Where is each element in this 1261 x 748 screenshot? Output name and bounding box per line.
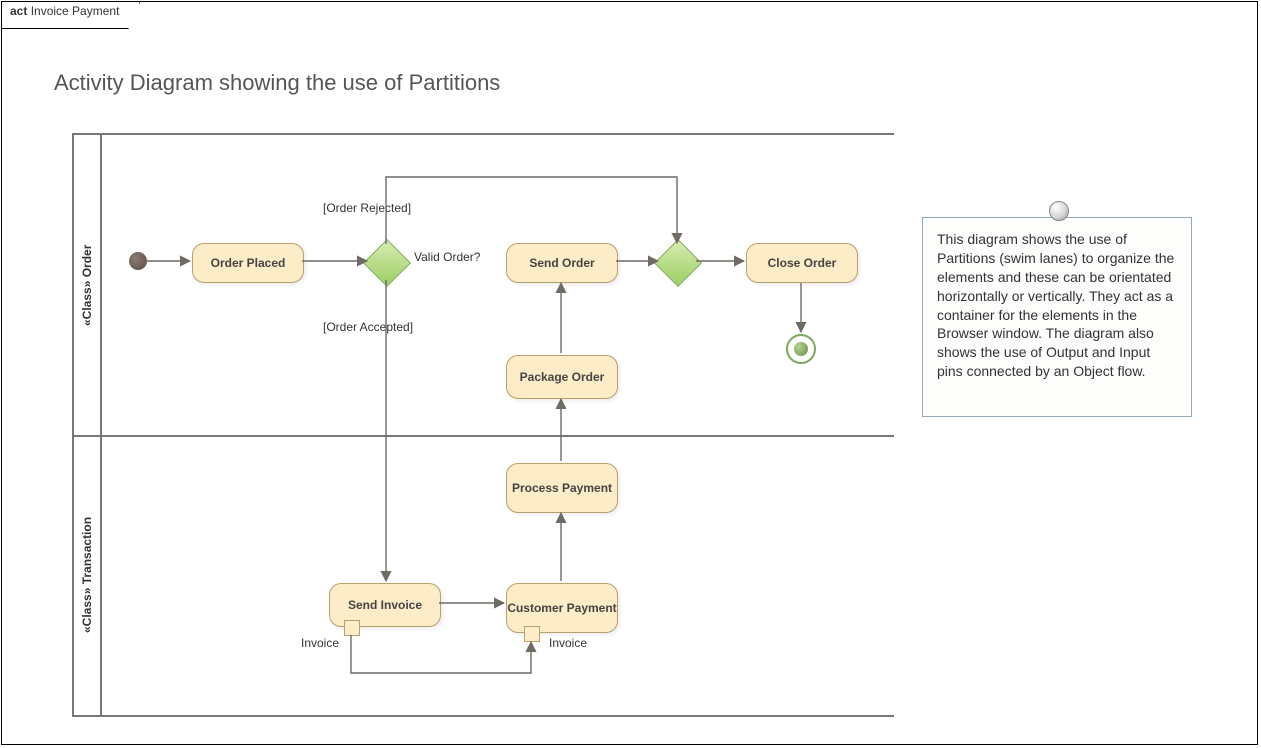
note-box[interactable]: This diagram shows the use of Partitions…: [922, 217, 1192, 417]
note-text: This diagram shows the use of Partitions…: [937, 231, 1174, 379]
diagram-frame: act Invoice Payment Activity Diagram sho…: [1, 1, 1258, 745]
merge-node[interactable]: [654, 239, 702, 287]
activity-send-order[interactable]: Send Order: [506, 243, 618, 283]
pin-label-invoice-in: Invoice: [549, 636, 587, 650]
activity-order-placed[interactable]: Order Placed: [192, 243, 304, 283]
activity-close-order[interactable]: Close Order: [746, 243, 858, 283]
pin-label-invoice-out: Invoice: [301, 636, 339, 650]
guard-order-accepted: [Order Accepted]: [323, 320, 413, 334]
final-node-inner: [794, 342, 808, 356]
initial-node[interactable]: [129, 252, 147, 270]
lane-separator-vertical: [100, 135, 102, 715]
lane-label-transaction: «Class» Transaction: [74, 435, 100, 715]
guard-order-rejected: [Order Rejected]: [323, 201, 411, 215]
activity-customer-payment[interactable]: Customer Payment: [506, 583, 618, 633]
frame-type: act: [10, 4, 27, 18]
final-node[interactable]: [786, 334, 816, 364]
input-pin-invoice[interactable]: [524, 626, 540, 642]
decision-valid-order[interactable]: [363, 239, 411, 287]
activity-process-payment[interactable]: Process Payment: [506, 463, 618, 513]
diagram-title: Activity Diagram showing the use of Part…: [54, 70, 500, 96]
lane-separator-horizontal: [74, 435, 894, 437]
note-pin-icon: [1049, 201, 1069, 221]
decision-label: Valid Order?: [414, 251, 480, 265]
lane-label-order: «Class» Order: [74, 135, 100, 435]
swimlane-container: «Class» Order «Class» Transaction Order …: [72, 133, 894, 717]
frame-name: Invoice Payment: [31, 4, 120, 18]
activity-package-order[interactable]: Package Order: [506, 355, 618, 399]
edges-layer: [74, 135, 894, 715]
frame-tab: act Invoice Payment: [1, 1, 140, 29]
output-pin-invoice[interactable]: [344, 620, 360, 636]
